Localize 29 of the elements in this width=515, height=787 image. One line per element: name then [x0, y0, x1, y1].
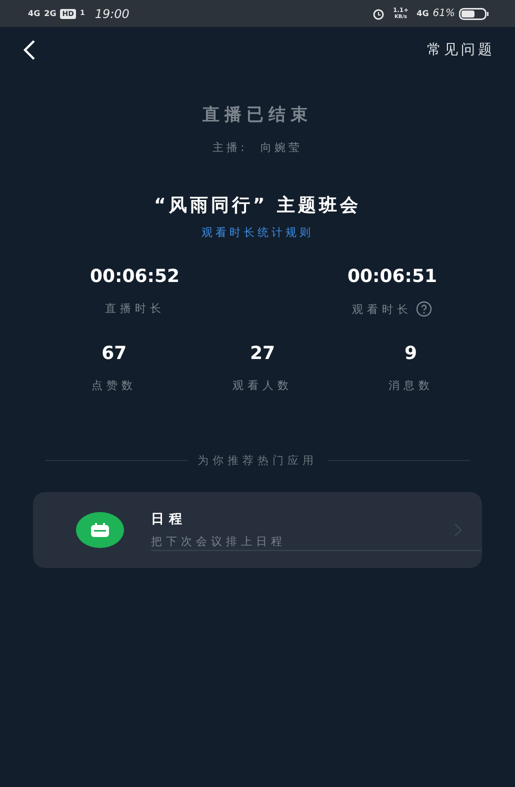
app-description: 把下次会议排上日程 — [151, 534, 287, 549]
app-name: 日程 — [151, 511, 188, 528]
count-value: 27 — [250, 343, 276, 364]
network-label: 4G — [28, 10, 40, 18]
duration-label: 观看时长 — [352, 302, 412, 316]
live-ended-title: 直播已结束 — [202, 104, 312, 126]
count-value: 67 — [102, 343, 127, 364]
network-label: 4G — [416, 10, 429, 18]
count-label: 观看人数 — [232, 378, 292, 393]
network-label: 2G — [44, 10, 56, 18]
duration-value: 00:06:52 — [90, 266, 180, 287]
alarm-icon — [372, 8, 385, 20]
meeting-title: “风雨同行” 主题班会 — [154, 194, 361, 217]
count-value: 9 — [404, 343, 418, 364]
app-card[interactable]: 日程 把下次会议排上日程 — [33, 492, 482, 568]
help-icon[interactable] — [416, 301, 432, 317]
clock: 19:00 — [94, 6, 130, 20]
battery-icon — [459, 8, 489, 20]
section-heading: 为你推荐热门应用 — [198, 453, 318, 468]
duration-value: 00:06:51 — [347, 266, 437, 287]
count-label: 消息数 — [388, 378, 434, 393]
back-button[interactable] — [22, 39, 36, 61]
battery-percent: 61% — [432, 8, 455, 18]
faq-link[interactable]: 常见问题 — [427, 41, 495, 59]
host-name: 主播: 向婉莹 — [212, 140, 302, 155]
duration-label: 直播时长 — [104, 301, 165, 316]
count-label: 点赞数 — [92, 378, 137, 393]
rule-link[interactable]: 观看时长统计规则 — [202, 225, 314, 240]
calendar-icon — [76, 512, 124, 548]
